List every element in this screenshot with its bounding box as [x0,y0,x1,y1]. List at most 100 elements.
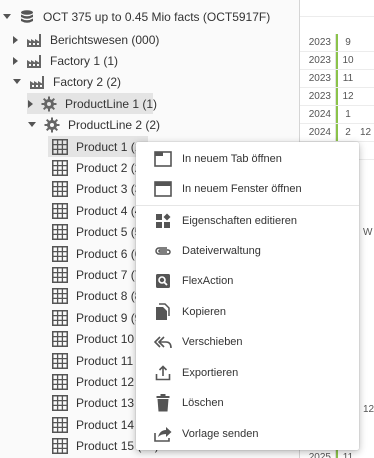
grid-cell-value[interactable]: 12 [360,124,374,142]
collapse-caret-icon[interactable] [28,122,36,127]
menu-item-label: Löschen [182,397,224,409]
export-icon [153,363,173,383]
tree-item-label: Product 1 (1) [76,139,146,154]
tree-item-factory-1[interactable]: Factory 1 (1) [13,50,118,71]
send-template-icon [153,424,173,444]
grid-cell-value[interactable] [360,106,374,124]
menu-item-file-management[interactable]: Dateiverwaltung [136,236,359,266]
table-icon [52,202,68,219]
table-icon [52,395,68,412]
table-icon [52,224,68,241]
grid-cell-year: 2024 [300,106,336,124]
tree-item-product[interactable]: Product 6 (6) [48,243,145,264]
tree-item-product[interactable]: Product 4 (4) [48,200,145,221]
tree-item-label: Product 13 [76,396,135,411]
copy-icon [153,302,173,322]
collapse-caret-icon[interactable] [3,14,11,19]
tree-item-label: Product 5 (5) [76,225,146,240]
grid-cell-value[interactable] [360,34,374,52]
tree-item-product[interactable]: Product 8 (8) [48,286,145,307]
tree-item-product[interactable]: Product 13 [48,393,134,414]
menu-item-move[interactable]: Verschieben [136,327,359,357]
table-icon [52,266,68,283]
table-icon [52,416,68,433]
grid-cell-year: 2024 [300,124,336,142]
new-tab-icon [153,149,173,169]
tree-item-label: Product 12 [76,374,135,389]
tree-item-label: Product 6 (6) [76,246,146,261]
tree-item-label: Product 2 (2) [76,160,146,175]
gear-icon [41,96,57,112]
factory-icon [26,32,42,48]
grid-cell-year: 2023 [300,88,336,106]
database-icon [19,9,35,25]
grid-cell-value[interactable] [360,70,374,88]
expand-caret-icon[interactable] [13,35,18,44]
tree-item-label: Product 11 [76,353,134,368]
edit-properties-icon [153,211,173,231]
grid-cell-year: 2023 [300,52,336,70]
gear-icon [44,117,60,133]
grid-cell-month: 11 [336,70,358,88]
flexaction-icon [153,271,173,291]
tree-item-label: Berichtswesen (000) [50,32,160,47]
tree-item-product[interactable]: Product 7 (7) [48,264,145,285]
tree-item-label: Product 8 (8) [76,289,146,304]
tree-root-label: OCT 375 up to 0.45 Mio facts (OCT5917F) [43,9,271,24]
tree-item-label: Product 10 [76,332,135,347]
tree-item-label: Product 4 (4) [76,203,146,218]
table-icon [52,245,68,262]
menu-item-edit-properties[interactable]: Eigenschaften editieren [136,206,359,236]
menu-item-label: Verschieben [182,336,243,348]
grid-cell-value[interactable] [360,88,374,106]
grid-cell-month: 2 [336,124,358,142]
collapse-caret-icon[interactable] [13,79,21,84]
tree-item-product[interactable]: Product 1 (1) [48,136,148,157]
tree-item-product[interactable]: Product 2 (2) [48,157,145,178]
factory-icon [29,74,45,90]
menu-item-flexaction[interactable]: FlexAction [136,266,359,296]
context-menu: In neuem Tab öffnen In neuem Fenster öff… [136,142,359,450]
menu-item-label: Dateiverwaltung [182,245,261,257]
tree-item-product[interactable]: Product 11 [48,350,133,371]
table-icon [52,352,68,369]
menu-item-open-new-tab[interactable]: In neuem Tab öffnen [136,144,359,174]
tree-item-productline-2[interactable]: ProductLine 2 (2) [28,114,160,135]
expand-caret-icon[interactable] [13,56,18,65]
table-icon [52,159,68,176]
tree-item-product[interactable]: Product 14 [48,414,134,435]
new-window-icon [153,179,173,199]
menu-item-open-new-window[interactable]: In neuem Fenster öffnen [136,174,359,204]
grid-cell-year: 2025 [300,449,336,458]
tree-item-product[interactable]: Product 12 [48,371,134,392]
factory-icon [26,53,42,69]
menu-item-label: Exportieren [182,367,239,379]
menu-item-export[interactable]: Exportieren [136,358,359,388]
tree-root[interactable]: OCT 375 up to 0.45 Mio facts (OCT5917F) [0,6,299,27]
grid-cell-value[interactable] [360,52,374,70]
tree-item-label: Product 9 (9) [76,310,146,325]
menu-item-label: Vorlage senden [182,428,259,440]
menu-item-copy[interactable]: Kopieren [136,297,359,327]
table-icon [52,288,68,305]
grid-cell-value[interactable] [360,142,374,160]
tree-item-label: Factory 2 (2) [53,74,122,89]
tree-item-product[interactable]: Product 3 (3) [48,179,145,200]
grid-cell-value[interactable]: 12 [363,401,374,419]
tree-item-factory-2[interactable]: Factory 2 (2) [13,71,121,92]
table-icon [52,309,68,326]
table-icon [52,138,68,155]
tree-item-product[interactable]: Product 5 (5) [48,222,145,243]
move-icon [153,332,173,352]
tree-item-berichtswesen[interactable]: Berichtswesen (000) [13,29,159,50]
table-icon [52,438,68,455]
tree-item-label: ProductLine 1 (1) [65,96,158,111]
tree-item-productline-1[interactable]: ProductLine 1 (1) [27,93,157,114]
tree-item-product[interactable]: Product 10 [48,329,134,350]
expand-caret-icon[interactable] [28,99,33,108]
menu-item-send-template[interactable]: Vorlage senden [136,419,359,449]
menu-item-delete[interactable]: Löschen [136,388,359,418]
tree-item-product[interactable]: Product 9 (9) [48,307,145,328]
tree-item-label: Product 3 (3) [76,182,146,197]
grid-cell-value[interactable]: W [363,224,374,242]
